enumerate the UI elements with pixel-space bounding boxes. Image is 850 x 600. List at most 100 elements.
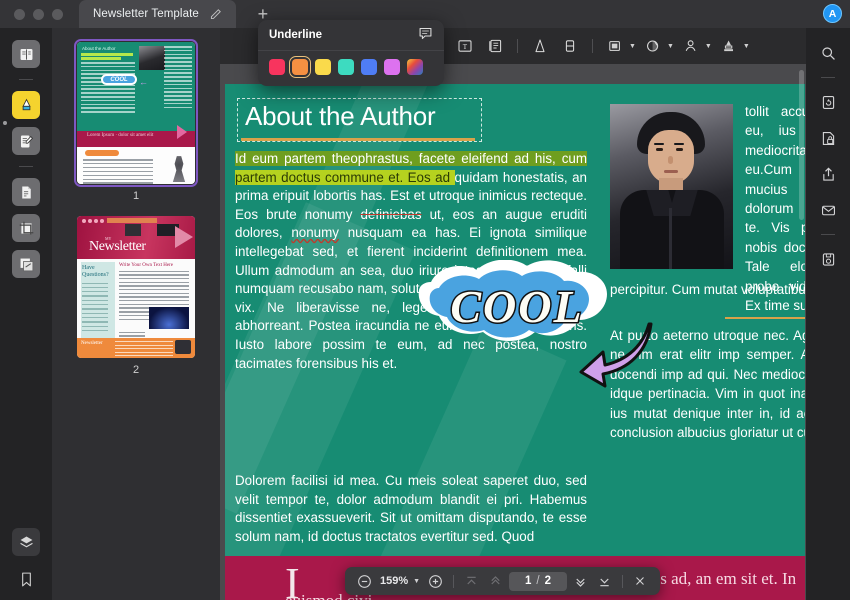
zoom-level-value[interactable]: 159% (378, 575, 410, 587)
heading-underline-annotation[interactable] (241, 138, 475, 141)
strikethrough-annotation[interactable]: definiebas (360, 207, 421, 222)
signature-tool[interactable]: ▼ (678, 33, 712, 59)
thumbnail-number: 1 (77, 190, 195, 202)
stamp-chevron-down-icon[interactable]: ▼ (743, 43, 750, 50)
bottom-bar-divider (453, 575, 454, 588)
swatch-rainbow[interactable] (407, 59, 423, 75)
save-icon[interactable] (815, 246, 841, 272)
body-text-left-2: Dolorem facilisi id mea. Cu meis soleat … (235, 472, 587, 546)
thumb1-band-text: Lorem Ipsum · dolor sit amet elit (87, 133, 153, 138)
body-text-right-band: percipitur. Cum mutat voluptatibus (610, 280, 805, 299)
rail-divider (19, 79, 33, 80)
bookmark-tool[interactable] (12, 568, 40, 590)
zoom-out-button[interactable] (354, 570, 375, 592)
color-swatch-list (258, 51, 444, 75)
crop-tool[interactable] (12, 214, 40, 242)
thumb1-photo (139, 46, 165, 70)
tab-title: Newsletter Template (93, 8, 199, 20)
maximize-window-button[interactable] (52, 9, 63, 20)
thumbnail-number-2: 2 (77, 364, 195, 376)
thumbnail-page-2[interactable]: MY Newsletter Have Questions? Write Your… (77, 216, 195, 358)
swatch-yellow[interactable] (315, 59, 331, 75)
lock-icon[interactable] (815, 125, 841, 151)
page-title: About the Author (245, 101, 436, 132)
pdf-page[interactable]: About the Author Id eum partem theophras… (225, 84, 805, 600)
shape-chevron-down-icon[interactable]: ▼ (629, 43, 636, 50)
thumb2-footer-brand: Newsletter (81, 341, 103, 346)
right-rail-divider (821, 77, 835, 78)
thumb1-heading: About the Author (82, 46, 116, 51)
pen-tool[interactable] (527, 33, 553, 59)
page-edit-tool[interactable] (12, 178, 40, 206)
swatch-pink[interactable] (269, 59, 285, 75)
toolbar-divider-2 (592, 39, 593, 53)
thumb1-sticker: COOL (101, 74, 137, 85)
annotate-tool[interactable] (12, 127, 40, 155)
swatch-magenta[interactable] (384, 59, 400, 75)
rail-indicator-dot (3, 121, 7, 125)
left-tool-rail (0, 28, 52, 600)
window-controls (14, 9, 63, 20)
close-bar-button[interactable] (630, 570, 651, 592)
page-number-indicator[interactable]: 1 / 2 (509, 572, 567, 591)
toolbar-divider (517, 39, 518, 53)
document-tab[interactable]: Newsletter Template (79, 0, 236, 28)
right-underline-annotation[interactable] (725, 317, 805, 319)
rotate-icon[interactable] (815, 89, 841, 115)
swatch-blue[interactable] (361, 59, 377, 75)
previous-page-button[interactable] (485, 570, 506, 592)
thumbnail-panel[interactable]: About the Author COOL ← Lorem Ipsum · do… (52, 28, 220, 600)
stamp-tool[interactable]: ▼ (716, 33, 750, 59)
avatar[interactable]: A (823, 4, 842, 23)
pages-tool[interactable] (12, 40, 40, 68)
note-tool[interactable] (482, 33, 508, 59)
right-rail-divider-2 (821, 234, 835, 235)
page-navigation-bar[interactable]: 159% ▼ 1 / 2 (345, 567, 660, 595)
underline-popover: Underline (258, 20, 444, 86)
svg-text:T: T (463, 43, 468, 51)
total-page-count: 2 (545, 575, 551, 587)
sticker-tool[interactable]: ▼ (640, 33, 674, 59)
eraser-tool[interactable] (557, 33, 583, 59)
highlight-tool[interactable] (12, 91, 40, 119)
sticker-chevron-down-icon[interactable]: ▼ (667, 43, 674, 50)
signature-chevron-down-icon[interactable]: ▼ (705, 43, 712, 50)
swatch-teal[interactable] (338, 59, 354, 75)
zoom-chevron-down-icon[interactable]: ▼ (413, 578, 420, 585)
share-icon[interactable] (815, 161, 841, 187)
highlight-lime[interactable]: partem doctus commune et. Eos ad (235, 170, 455, 185)
organize-tool[interactable] (12, 250, 40, 278)
thumbnail-item[interactable]: About the Author COOL ← Lorem Ipsum · do… (77, 42, 195, 202)
vertical-scrollbar[interactable] (799, 70, 804, 220)
layers-tool[interactable] (12, 528, 40, 556)
rail-divider-2 (19, 166, 33, 167)
right-tool-rail (806, 28, 850, 600)
document-canvas[interactable]: About the Author Id eum partem theophras… (220, 64, 806, 600)
first-page-button[interactable] (461, 570, 482, 592)
squiggly-underline-annotation[interactable]: nonumy (291, 225, 339, 240)
next-page-button[interactable] (570, 570, 591, 592)
thumb2-sidebar-title: Have (82, 265, 95, 271)
bottom-bar-divider-2 (622, 575, 623, 588)
thumb2-title: Newsletter (89, 239, 146, 255)
swatch-orange[interactable] (292, 59, 308, 75)
author-photo (610, 104, 733, 269)
thumb1-arrow-icon: ← (139, 77, 148, 87)
shape-tool[interactable]: ▼ (602, 33, 636, 59)
last-page-button[interactable] (594, 570, 615, 592)
thumb2-sidebar-title2: Questions? (82, 272, 109, 278)
search-icon[interactable] (815, 40, 841, 66)
close-window-button[interactable] (14, 9, 25, 20)
zoom-in-button[interactable] (425, 570, 446, 592)
highlight-green[interactable]: Id eum partem theophrastus, facete eleif… (235, 151, 587, 166)
minimize-window-button[interactable] (33, 9, 44, 20)
thumbnail-item-2[interactable]: MY Newsletter Have Questions? Write Your… (77, 216, 195, 376)
thumbnail-page-1[interactable]: About the Author COOL ← Lorem Ipsum · do… (77, 42, 195, 184)
mail-icon[interactable] (815, 197, 841, 223)
thumb2-article-title: Write Your Own Text Here (119, 263, 173, 268)
page-separator: / (536, 575, 539, 587)
text-box-tool[interactable]: T (452, 33, 478, 59)
arrow-annotation[interactable] (545, 318, 655, 388)
rename-pencil-icon[interactable] (209, 8, 222, 21)
comment-icon[interactable] (418, 26, 433, 44)
